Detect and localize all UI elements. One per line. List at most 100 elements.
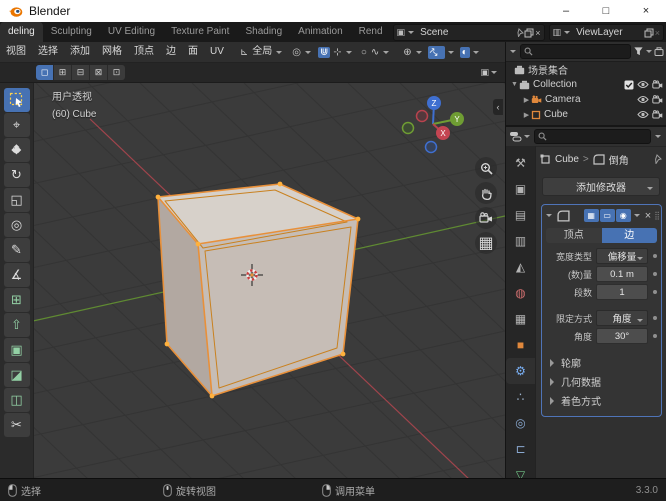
new-viewlayer-icon[interactable] (644, 28, 654, 38)
outliner-row-collection[interactable]: ▼ Collection (506, 77, 666, 92)
properties-editor-icon[interactable] (509, 131, 522, 142)
properties-search-input[interactable] (534, 129, 651, 144)
scene-selector[interactable]: ▣ Scene × (392, 24, 545, 41)
angle-value-slider[interactable]: 30° (596, 328, 648, 344)
navigation-gizmo[interactable]: Z Y X (398, 87, 488, 162)
tool-annotate[interactable]: ✎ (3, 238, 30, 262)
animate-dot[interactable] (653, 272, 657, 276)
select-mode-invert[interactable]: ⊠ (90, 65, 108, 80)
tool-scale[interactable]: ◱ (3, 188, 30, 212)
display-render-toggle[interactable]: ◉ (615, 209, 631, 222)
new-collection-icon[interactable] (654, 46, 664, 57)
tool-transform[interactable]: ◎ (3, 213, 30, 237)
camera-view-button[interactable] (475, 207, 497, 229)
display-realtime-toggle[interactable]: ▭ (599, 209, 615, 222)
props-tab-constraints[interactable]: ⊏ (506, 436, 535, 462)
props-tab-object-data[interactable]: ▽ (506, 462, 535, 478)
props-tab-scene[interactable]: ◭ (506, 254, 535, 280)
props-tab-physics[interactable]: ◎ (506, 410, 535, 436)
minimize-button[interactable]: – (546, 0, 586, 22)
outliner-row-scene-collection[interactable]: 场景集合 (506, 62, 666, 77)
drag-handle[interactable]: ⣿ (654, 211, 660, 220)
tab-vertices[interactable]: 顶点 (546, 228, 602, 243)
section-shading[interactable]: 着色方式 (544, 391, 659, 410)
props-tab-view-layer[interactable]: ▥ (506, 228, 535, 254)
select-mode-intersect[interactable]: ⊡ (108, 65, 125, 80)
render-visibility-icon[interactable] (652, 110, 663, 119)
workspace-tab-sculpting[interactable]: Sculpting (43, 22, 100, 42)
eye-icon[interactable] (637, 80, 649, 89)
animate-dot[interactable] (653, 334, 657, 338)
width-type-dropdown[interactable]: 偏移量 (596, 248, 648, 264)
breadcrumb-object[interactable]: Cube (555, 154, 579, 165)
tool-rotate[interactable]: ↻ (3, 163, 30, 187)
falloff-curve-icon[interactable]: ∿ (369, 47, 381, 58)
menu-uv[interactable]: UV (204, 42, 230, 62)
checkbox-checked[interactable] (624, 80, 634, 90)
tool-add-cube[interactable]: ⊞ (3, 288, 30, 312)
workspace-tab-texture-paint[interactable]: Texture Paint (163, 22, 237, 42)
expand-triangle[interactable]: ▼ (510, 81, 519, 88)
section-geometry[interactable]: 几何数据 (544, 372, 659, 391)
props-tab-render[interactable]: ▣ (506, 176, 535, 202)
orthographic-toggle-button[interactable]: ▦ (475, 232, 497, 254)
tool-inset-faces[interactable]: ▣ (3, 338, 30, 362)
breadcrumb-modifier[interactable]: 倒角 (609, 152, 629, 167)
modifier-extras-chevron[interactable] (633, 214, 640, 220)
display-editmode-toggle[interactable]: ▦ (583, 209, 599, 222)
menu-face[interactable]: 面 (182, 42, 204, 62)
props-tab-collection[interactable]: ▦ (506, 306, 535, 332)
zoom-button[interactable] (475, 157, 497, 179)
snap-toggle[interactable]: ⋓ (318, 46, 331, 58)
filter-icon[interactable] (633, 46, 644, 57)
workspace-tab-modeling[interactable]: deling (0, 22, 43, 42)
tool-cursor[interactable]: ⌖ (3, 113, 30, 137)
new-scene-icon[interactable] (524, 28, 534, 38)
eye-icon[interactable] (637, 95, 649, 104)
limit-method-dropdown[interactable]: 角度 (596, 310, 648, 326)
props-tab-modifiers[interactable]: ⚙ (506, 358, 535, 384)
transform-orientation-dropdown[interactable]: 全局 (250, 42, 274, 62)
props-tab-tool[interactable]: ⚒ (506, 150, 535, 176)
menu-view[interactable]: 视图 (0, 42, 32, 62)
select-mode-subtract[interactable]: ⊟ (72, 65, 90, 80)
viewlayer-selector[interactable]: ▥ ViewLayer × (548, 24, 664, 41)
expand-triangle[interactable]: ▶ (522, 111, 531, 119)
select-mode-extend[interactable]: ⊞ (54, 65, 72, 80)
render-visibility-icon[interactable] (652, 95, 663, 104)
proportional-edit-icon[interactable]: ○ (359, 47, 369, 58)
tool-measure[interactable]: ∡ (3, 263, 30, 287)
workspace-tab-uv-editing[interactable]: UV Editing (100, 22, 163, 42)
menu-vertex[interactable]: 顶点 (128, 42, 160, 62)
tool-move[interactable]: ⬌ ⬍ (3, 138, 30, 162)
delete-modifier-button[interactable]: × (642, 210, 654, 222)
tool-bevel[interactable]: ◪ (3, 363, 30, 387)
tab-edges[interactable]: 边 (601, 228, 657, 243)
shading-mode-toggle[interactable]: ◐ (459, 46, 470, 58)
props-tab-output[interactable]: ▤ (506, 202, 535, 228)
tool-loop-cut[interactable]: ◫ (3, 388, 30, 412)
expand-triangle[interactable]: ▶ (522, 96, 531, 104)
outliner-row-cube[interactable]: ▶ Cube (506, 107, 666, 122)
props-tab-object[interactable]: ■ (506, 332, 535, 358)
tool-settings-extra[interactable]: ▣ (480, 67, 499, 78)
amount-value-slider[interactable]: 0.1 m (596, 266, 648, 282)
maximize-button[interactable]: □ (586, 0, 626, 22)
filter-chevron[interactable] (655, 135, 661, 141)
animate-dot[interactable] (653, 290, 657, 294)
animate-dot[interactable] (653, 316, 657, 320)
viewport-3d[interactable]: 用户透视 (60) Cube ⌖ ⬌ ⬍ ↻ ◱ ◎ ✎ ∡ ⊞ ⇧ ▣ ◪ ◫… (0, 83, 505, 478)
props-tab-world[interactable]: ◍ (506, 280, 535, 306)
menu-add[interactable]: 添加 (64, 42, 96, 62)
unlink-scene-icon[interactable]: × (534, 28, 541, 38)
workspace-tab-shading[interactable]: Shading (237, 22, 290, 42)
pivot-point-icon[interactable]: ◎ (290, 47, 303, 58)
scene-name[interactable]: Scene (416, 27, 515, 38)
show-gizmo-icon[interactable]: ⊕ (401, 47, 413, 58)
animate-dot[interactable] (653, 254, 657, 258)
workspace-tab-rendering[interactable]: Rend (351, 22, 391, 42)
menu-select[interactable]: 选择 (32, 42, 64, 62)
editor-type-chevron[interactable] (510, 50, 516, 56)
menu-edge[interactable]: 边 (160, 42, 182, 62)
pin-icon[interactable] (652, 154, 662, 164)
